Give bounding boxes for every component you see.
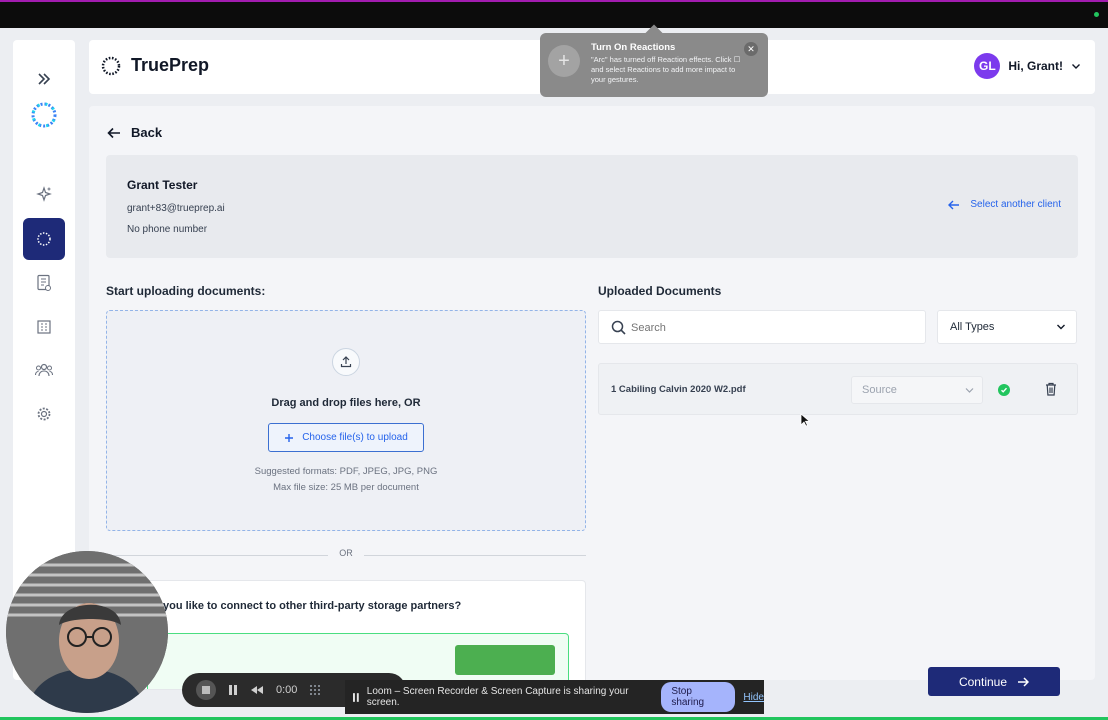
source-select[interactable]: Source (851, 376, 983, 404)
select-another-client-label: Select another client (970, 199, 1061, 210)
search-input[interactable] (631, 319, 911, 337)
check-circle-icon (998, 384, 1010, 396)
third-party-question: you like to connect to other third-party… (163, 600, 462, 612)
stop-recording-button[interactable] (196, 680, 216, 700)
people-icon (35, 363, 53, 377)
double-chevron-right-icon (38, 73, 51, 85)
arrow-right-icon (1018, 676, 1030, 687)
stop-icon (202, 686, 210, 694)
screen-sharing-bar: Loom – Screen Recorder & Screen Capture … (345, 680, 764, 714)
sidebar-item-clients[interactable] (23, 218, 65, 260)
sidebar-item-ai[interactable] (23, 174, 65, 216)
browser-top-bar (0, 0, 1108, 28)
chevron-down-icon (1057, 324, 1065, 330)
uploaded-documents-title: Uploaded Documents (598, 284, 722, 298)
document-name: 1 Cabiling Calvin 2020 W2.pdf (611, 384, 746, 395)
dotted-circle-icon (37, 232, 51, 246)
sparkles-icon (36, 186, 52, 202)
client-email: grant+83@trueprep.ai (127, 203, 225, 214)
back-label: Back (131, 125, 163, 140)
select-another-client-link[interactable]: Select another client (948, 199, 1061, 210)
sidebar-item-organization[interactable] (23, 306, 65, 348)
stop-sharing-button[interactable]: Stop sharing (661, 682, 736, 712)
building-icon (37, 320, 51, 334)
avatar: GL (974, 53, 1001, 79)
trueprep-logo-icon (101, 56, 121, 75)
sidebar-item-documents[interactable] (23, 262, 65, 304)
arrow-left-icon (107, 127, 120, 138)
user-greeting: Hi, Grant! (1008, 59, 1063, 73)
or-divider: OR (106, 548, 586, 562)
source-placeholder: Source (862, 384, 897, 396)
reactions-notification: + Turn On Reactions "Arc" has turned off… (540, 24, 768, 97)
notification-body: "Arc" has turned off Reaction effects. C… (591, 55, 741, 84)
type-filter-select[interactable]: All Types (937, 310, 1077, 344)
divider-line (106, 555, 328, 556)
file-dropzone[interactable]: Drag and drop files here, OR Choose file… (106, 310, 586, 531)
webcam-bubble[interactable] (6, 551, 168, 713)
recording-indicator (1094, 12, 1099, 17)
user-menu[interactable]: GL Hi, Grant! (974, 53, 1081, 79)
chevron-down-icon (965, 388, 974, 393)
notification-title: Turn On Reactions (591, 42, 676, 53)
main-content: Back Grant Tester grant+83@trueprep.ai N… (89, 106, 1095, 690)
upload-icon (332, 348, 360, 376)
close-icon[interactable]: ✕ (744, 42, 758, 56)
plus-icon (285, 433, 294, 442)
choose-files-label: Choose file(s) to upload (302, 432, 408, 443)
grid-icon[interactable] (309, 684, 321, 696)
hide-sharing-bar-link[interactable]: Hide (743, 692, 764, 703)
brand-name: TruePrep (131, 55, 210, 75)
recording-timer: 0:00 (276, 684, 298, 696)
pause-icon[interactable] (228, 684, 238, 696)
suggested-formats: Suggested formats: PDF, JPEG, JPG, PNG (254, 466, 438, 477)
client-card: Grant Tester grant+83@trueprep.ai No pho… (106, 155, 1078, 258)
trueprep-logo-icon (31, 102, 57, 128)
search-icon (611, 320, 626, 335)
continue-button[interactable]: Continue (928, 667, 1060, 696)
pause-icon (353, 692, 359, 702)
brand[interactable]: TruePrep (101, 55, 209, 76)
document-icon (37, 274, 51, 291)
or-label: OR (339, 548, 353, 558)
sidebar-item-team[interactable] (23, 349, 65, 391)
mouse-cursor-icon (800, 413, 810, 427)
choose-files-button[interactable]: Choose file(s) to upload (268, 423, 424, 452)
type-filter-value: All Types (950, 321, 995, 333)
client-name: Grant Tester (127, 178, 198, 192)
gear-icon (37, 407, 51, 421)
uploaded-document-row: 1 Cabiling Calvin 2020 W2.pdf Source (598, 363, 1078, 415)
reactions-plus-icon: + (548, 45, 580, 77)
back-button[interactable]: Back (107, 125, 162, 140)
max-file-size: Max file size: 25 MB per document (273, 482, 419, 493)
trash-icon[interactable] (1045, 382, 1057, 396)
document-search[interactable] (598, 310, 926, 344)
upload-section-title: Start uploading documents: (106, 284, 266, 298)
connect-button[interactable] (455, 645, 555, 675)
sidebar-logo[interactable] (23, 94, 65, 136)
chevron-down-icon (1072, 64, 1080, 69)
client-phone: No phone number (127, 224, 208, 235)
rewind-icon[interactable] (250, 685, 264, 695)
sidebar-item-settings[interactable] (23, 393, 65, 435)
drag-drop-text: Drag and drop files here, OR (271, 397, 421, 409)
divider-line (364, 555, 586, 556)
sharing-message: Loom – Screen Recorder & Screen Capture … (366, 686, 629, 708)
continue-label: Continue (958, 674, 1008, 689)
arrow-left-icon (948, 200, 960, 209)
webcam-image (6, 551, 168, 713)
